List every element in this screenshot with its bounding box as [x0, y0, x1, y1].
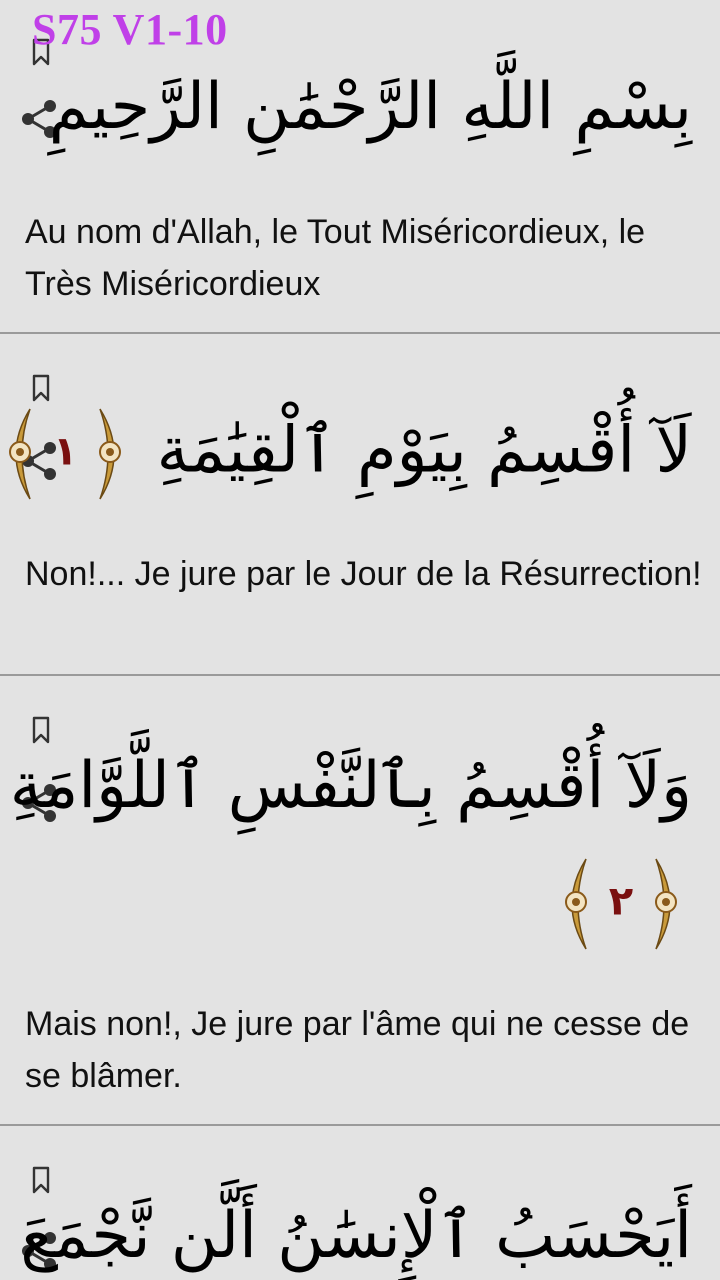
verse-translation: Non!... Je jure par le Jour de la Résurr…	[25, 555, 702, 593]
ayah-number-marker: ١	[0, 404, 130, 504]
verse-translation: Mais non!, Je jure par l'âme qui ne cess…	[25, 1005, 690, 1095]
bookmark-icon[interactable]	[31, 374, 51, 402]
verse-card-3: أَيَحْسَبُ ٱلْإِنسَٰنُ أَلَّن نَّجْمَعَ	[0, 1126, 720, 1280]
ayah-number: ١	[53, 428, 78, 475]
verse-translation: Au nom d'Allah, le Tout Miséricordieux, …	[25, 213, 646, 303]
verse-arabic-text: بِسْمِ اللَّهِ الرَّحْمَٰنِ الرَّحِيمِ	[48, 70, 692, 144]
ayah-number: ٢	[608, 878, 634, 925]
bookmark-icon[interactable]	[31, 716, 51, 744]
verse-arabic-text: أَيَحْسَبُ ٱلْإِنسَٰنُ أَلَّن نَّجْمَعَ	[20, 1199, 692, 1273]
verse-arabic-line: لَآ أُقْسِمُ بِيَوْمِ ٱلْقِيَٰمَةِ ١	[0, 404, 692, 504]
overlay-title: S75 V1-10	[32, 5, 228, 54]
verse-card-1: لَآ أُقْسِمُ بِيَوْمِ ٱلْقِيَٰمَةِ ١ Non…	[0, 334, 720, 676]
verse-arabic-line-2: ٢	[550, 854, 692, 954]
bookmark-icon[interactable]	[31, 1166, 51, 1194]
ayah-number-marker: ٢	[556, 854, 686, 954]
verse-arabic-text: وَلَآ أُقْسِمُ بِٱلنَّفْسِ ٱللَّوَّامَةِ	[9, 749, 692, 823]
verse-card-2: وَلَآ أُقْسِمُ بِٱلنَّفْسِ ٱللَّوَّامَةِ…	[0, 676, 720, 1126]
verse-arabic-text: لَآ أُقْسِمُ بِيَوْمِ ٱلْقِيَٰمَةِ	[156, 413, 692, 488]
